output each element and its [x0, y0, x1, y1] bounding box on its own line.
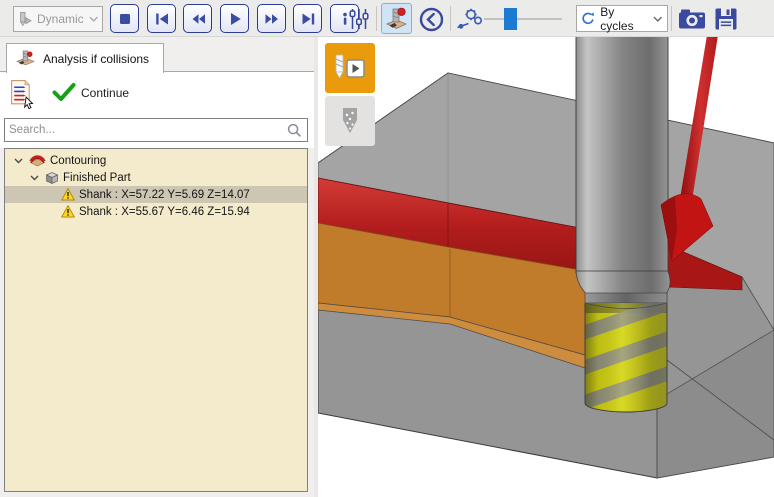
- speed-slider[interactable]: [484, 8, 562, 30]
- speed-slider-track[interactable]: [484, 18, 562, 20]
- simulation-3d-viewport[interactable]: [318, 37, 774, 497]
- machining-scene: [318, 37, 774, 497]
- save-simulation-button[interactable]: [712, 5, 740, 33]
- simulation-mode-select[interactable]: Dynamic: [13, 6, 103, 32]
- chevron-expanded-icon[interactable]: [30, 175, 39, 181]
- simulation-play-mode-button[interactable]: [325, 43, 375, 93]
- search-box: [4, 118, 308, 142]
- toolbar-separator: [376, 6, 377, 31]
- tree-row-collision-1[interactable]: Shank : X=57.22 Y=5.69 Z=14.07: [5, 186, 307, 203]
- camera-icon: [678, 7, 706, 31]
- simulation-mode-value: Dynamic: [37, 12, 84, 26]
- circled-back-icon: [418, 6, 445, 33]
- collision-check-button[interactable]: [381, 3, 412, 34]
- stop-button[interactable]: [110, 4, 139, 33]
- previous-collision-button[interactable]: [417, 5, 445, 33]
- skip-to-end-button[interactable]: [293, 4, 322, 33]
- contour-machining-icon: [29, 154, 46, 167]
- play-icon: [226, 10, 244, 28]
- search-input[interactable]: [5, 124, 287, 136]
- tool-neck: [576, 271, 670, 295]
- simulation-settings-button[interactable]: [347, 6, 371, 32]
- collision-report-button[interactable]: [8, 79, 38, 109]
- tree-row-collision-2[interactable]: Shank : X=55.67 Y=6.46 Z=15.94: [5, 203, 307, 220]
- save-icon: [714, 7, 738, 31]
- gears-icon: [456, 7, 483, 31]
- collision-check-icon: [385, 7, 408, 31]
- fast-forward-icon: [263, 10, 281, 28]
- chevron-down-icon: [89, 16, 98, 22]
- tool-shank: [576, 37, 668, 273]
- material-removal-mode-button[interactable]: [325, 96, 375, 146]
- toolbar: Dynamic: [0, 0, 774, 37]
- collision-analysis-panel: Analysis if collisions Continue: [0, 37, 314, 497]
- skip-to-start-button[interactable]: [147, 4, 176, 33]
- cam-simulation-window: Dynamic: [0, 0, 774, 497]
- tool-collar: [585, 293, 667, 303]
- skip-to-end-icon: [299, 10, 317, 28]
- step-mode-value: By cycles: [600, 5, 648, 33]
- continue-button[interactable]: Continue: [52, 83, 129, 102]
- tree-label: Finished Part: [63, 172, 131, 184]
- collision-coordinates: Shank : X=55.67 Y=6.46 Z=15.94: [79, 206, 250, 218]
- stop-icon: [116, 10, 134, 28]
- speed-slider-handle[interactable]: [504, 8, 517, 30]
- play-button[interactable]: [220, 4, 249, 33]
- skip-to-start-icon: [153, 10, 171, 28]
- collision-tree: Contouring Finished Part: [4, 148, 308, 492]
- toolbar-separator: [671, 6, 672, 31]
- cycle-icon: [581, 11, 595, 26]
- tab-analysis-of-collisions[interactable]: Analysis if collisions: [6, 43, 164, 73]
- tool-with-play-icon: [334, 54, 366, 82]
- kinematics-button[interactable]: [456, 7, 483, 31]
- collision-report-icon: [9, 79, 37, 109]
- continue-label: Continue: [81, 86, 129, 100]
- tool-with-chips-icon: [339, 107, 361, 135]
- chevron-down-icon: [653, 16, 663, 22]
- collision-analysis-icon: [15, 50, 36, 67]
- rewind-button[interactable]: [183, 4, 212, 33]
- solid-cube-icon: [45, 171, 59, 185]
- collision-coordinates: Shank : X=57.22 Y=5.69 Z=14.07: [79, 189, 250, 201]
- tree-row-contouring[interactable]: Contouring: [5, 152, 307, 169]
- rewind-icon: [189, 10, 207, 28]
- faders-icon: [348, 7, 370, 31]
- warning-icon: [61, 205, 75, 218]
- green-check-icon: [52, 83, 76, 102]
- tab-label: Analysis if collisions: [43, 52, 149, 66]
- tree-label: Contouring: [50, 155, 106, 167]
- chevron-expanded-icon[interactable]: [14, 158, 23, 164]
- fast-forward-button[interactable]: [257, 4, 286, 33]
- dynamic-mode-icon: [18, 10, 32, 28]
- tree-row-finished-part[interactable]: Finished Part: [5, 169, 307, 186]
- warning-icon: [61, 188, 75, 201]
- search-icon[interactable]: [287, 123, 302, 138]
- toolbar-separator: [450, 6, 451, 31]
- snapshot-button[interactable]: [676, 5, 707, 33]
- step-mode-select[interactable]: By cycles: [576, 5, 668, 32]
